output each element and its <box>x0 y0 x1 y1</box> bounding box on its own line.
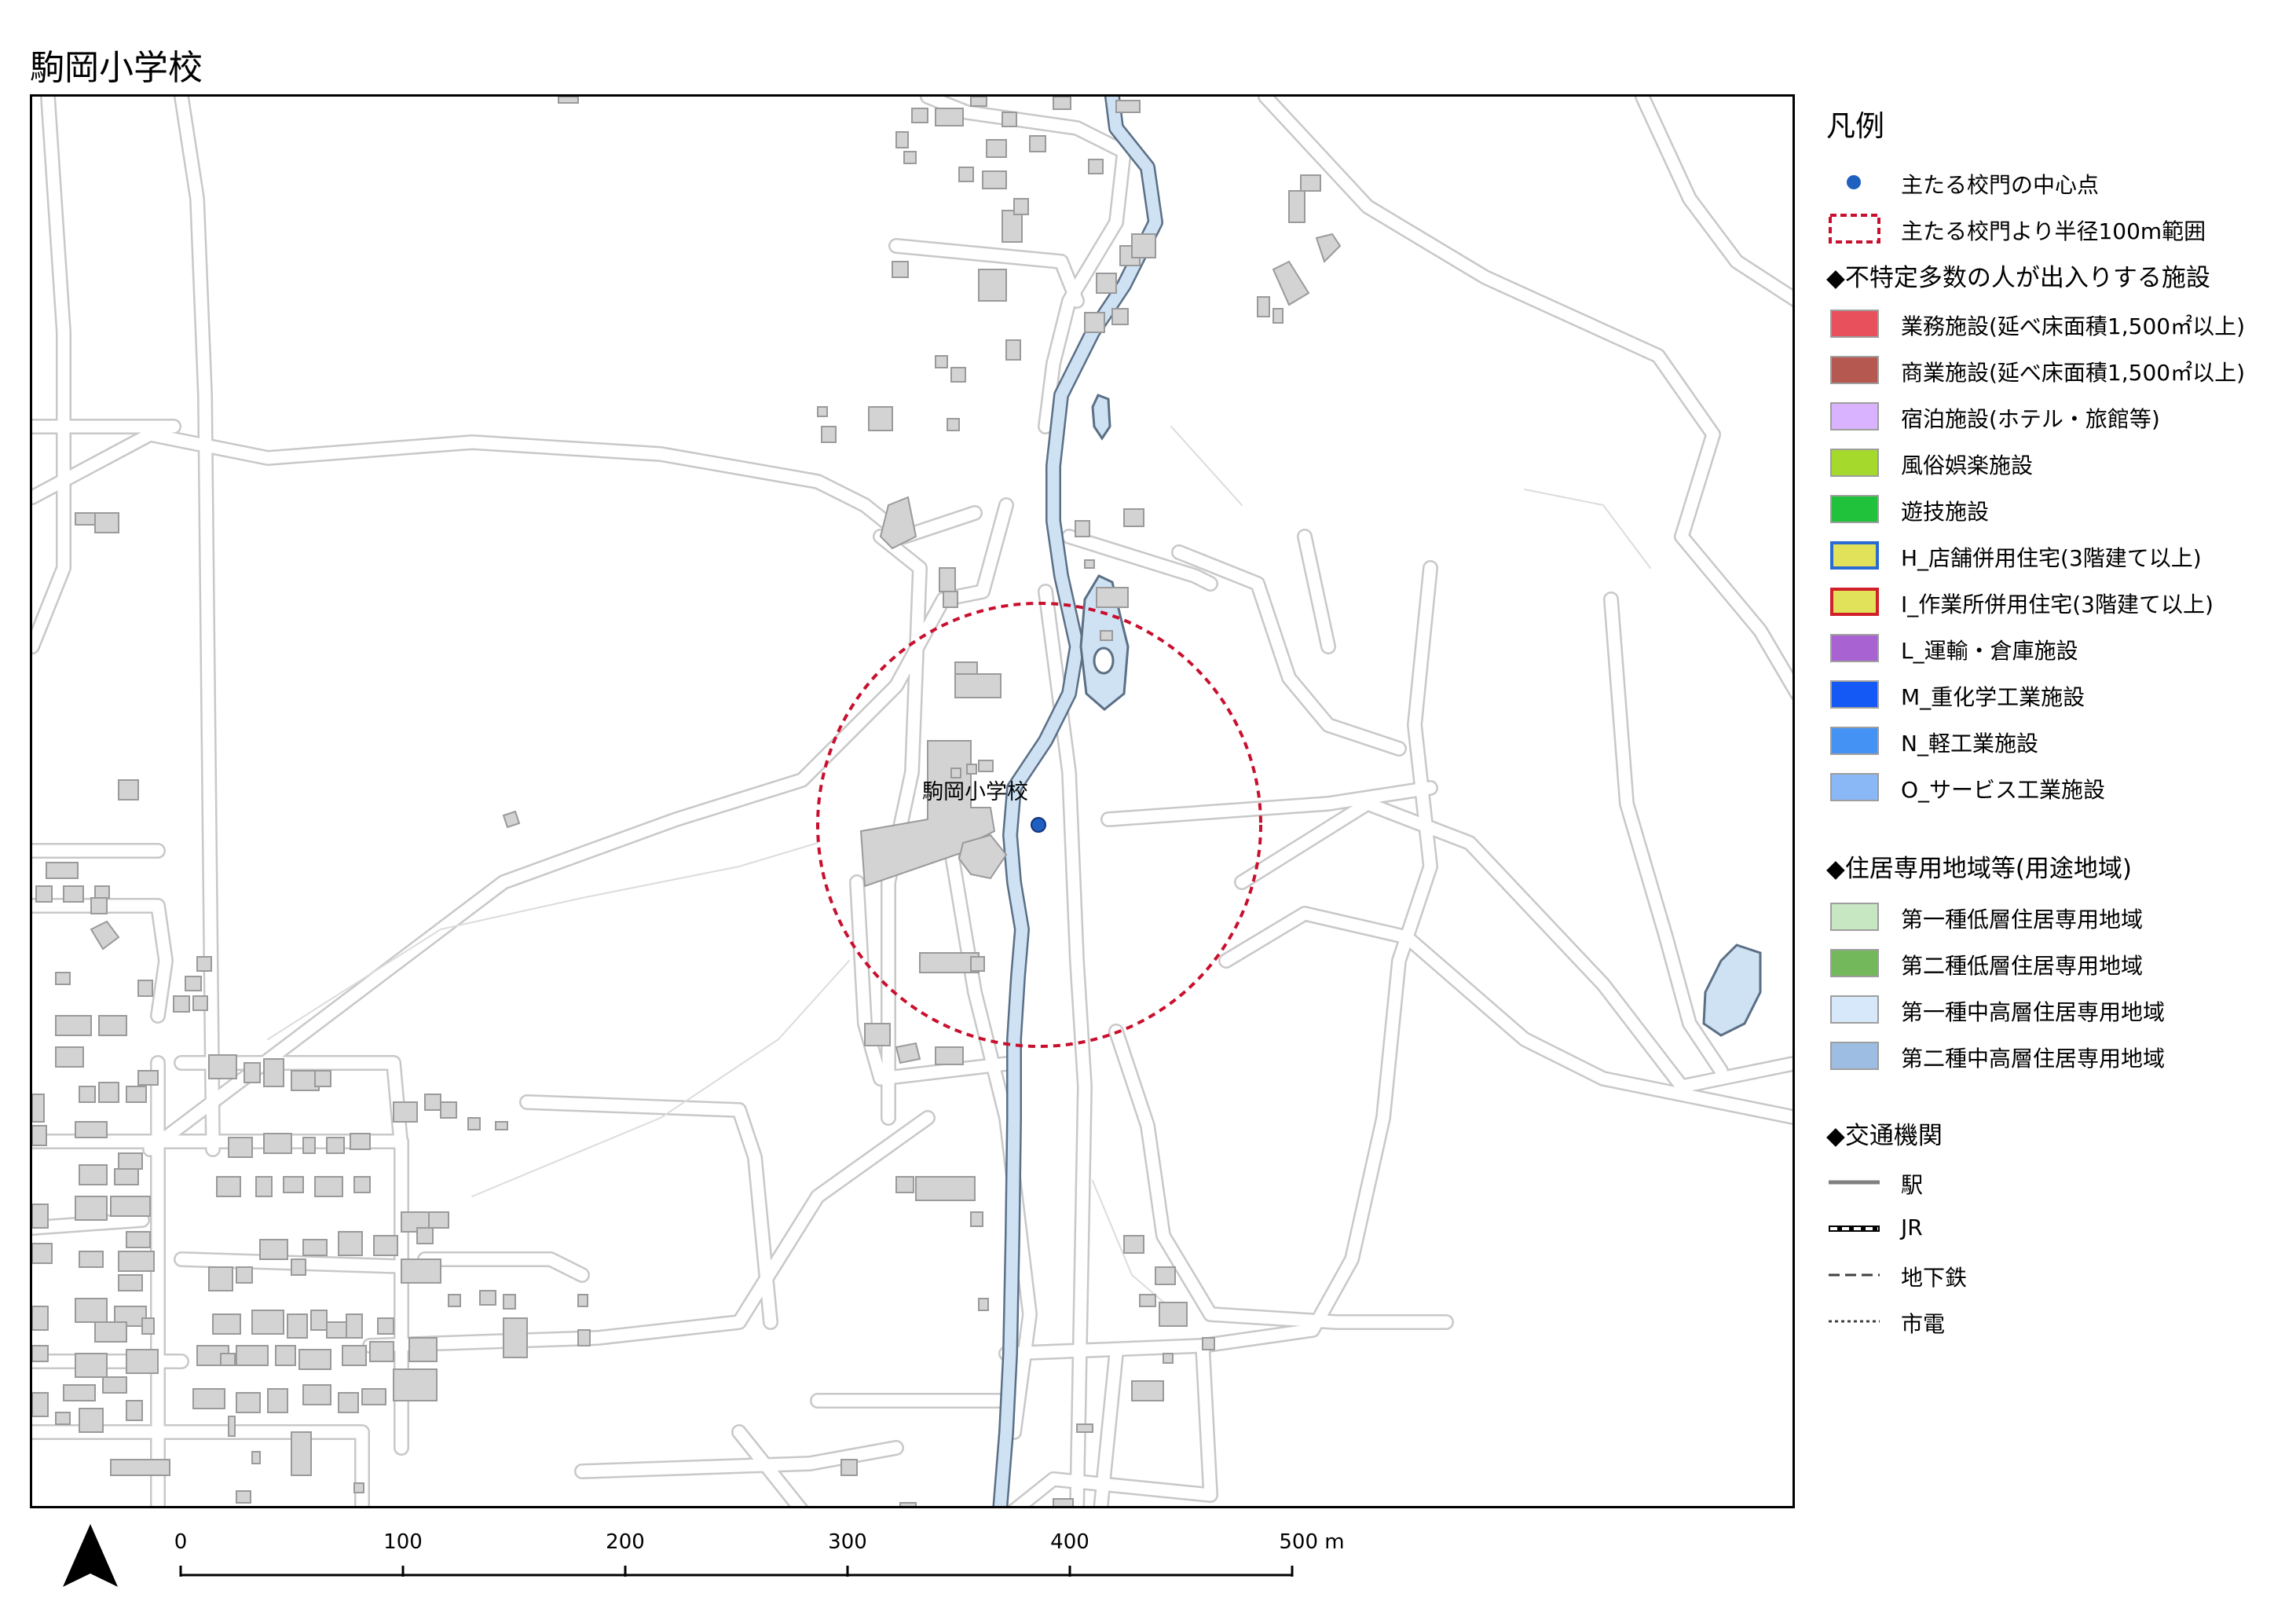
legend-item-subway: 地下鉄 <box>1826 1258 2296 1292</box>
scale-tick-label: 0 <box>174 1530 188 1554</box>
legend-swatch <box>1830 588 1879 616</box>
legend-item-zone: 第二種低層住居専用地域 <box>1826 946 2296 980</box>
legend-swatch <box>1830 541 1879 570</box>
legend-item-gate-point: 主たる校門の中心点 <box>1826 165 2296 200</box>
legend-label: M_重化学工業施設 <box>1901 684 2085 710</box>
legend-item-buffer: 主たる校門より半径100m範囲 <box>1826 211 2296 246</box>
legend-item-jr: JR <box>1826 1211 2296 1246</box>
legend-section-transport: ◆交通機関 <box>1826 1122 1943 1150</box>
legend-swatch <box>1830 903 1879 931</box>
legend-dashed-box-symbol <box>1826 211 1881 246</box>
legend-swatch <box>1830 310 1879 338</box>
scale-tick-label: 300 <box>828 1530 867 1554</box>
legend-label: 業務施設(延べ床面積1,500㎡以上) <box>1901 313 2246 339</box>
legend-label: 商業施設(延べ床面積1,500㎡以上) <box>1901 360 2246 386</box>
legend-item-facility: 商業施設(延べ床面積1,500㎡以上) <box>1826 353 2296 387</box>
legend-label: 第一種中高層住居専用地域 <box>1901 999 2166 1025</box>
legend-swatch <box>1830 727 1879 755</box>
legend-item-facility: M_重化学工業施設 <box>1826 677 2296 712</box>
legend-label: O_サービス工業施設 <box>1901 777 2106 803</box>
scale-tick-label: 100 <box>383 1530 423 1554</box>
page-title: 駒岡小学校 <box>30 48 203 88</box>
legend-section-facilities: ◆不特定多数の人が出入りする施設 <box>1826 264 2210 292</box>
legend-swatch <box>1830 495 1879 523</box>
legend-label: 宿泊施設(ホテル・旅館等) <box>1901 406 2160 432</box>
legend-swatch <box>1830 634 1879 662</box>
legend-item-facility: I_作業所併用住宅(3階建て以上) <box>1826 584 2296 619</box>
legend-item-tram: 市電 <box>1826 1304 2296 1339</box>
legend-label: 風俗娯楽施設 <box>1901 452 2034 478</box>
legend-swatch <box>1830 449 1879 477</box>
legend-item-zone: 第一種中高層住居専用地域 <box>1826 992 2296 1027</box>
legend-item-station: 駅 <box>1826 1165 2296 1200</box>
legend-line-jr <box>1826 1211 1881 1246</box>
legend-label: 第一種低層住居専用地域 <box>1901 907 2144 932</box>
legend-swatch <box>1830 773 1879 801</box>
road-network <box>32 97 1792 1506</box>
legend-swatch <box>1830 680 1879 709</box>
legend-swatch <box>1830 1042 1879 1070</box>
legend-item-facility: 業務施設(延べ床面積1,500㎡以上) <box>1826 306 2296 341</box>
legend-label: I_作業所併用住宅(3階建て以上) <box>1901 592 2214 617</box>
legend-swatch <box>1830 995 1879 1024</box>
legend-item-facility: O_サービス工業施設 <box>1826 770 2296 804</box>
legend-label: 主たる校門の中心点 <box>1901 172 2100 198</box>
map-canvas[interactable] <box>32 97 1795 1508</box>
legend-swatch <box>1830 356 1879 384</box>
legend-label: 遊技施設 <box>1901 499 1990 525</box>
scale-tick-label: 400 <box>1050 1530 1089 1554</box>
legend-item-zone: 第二種中高層住居専用地域 <box>1826 1039 2296 1073</box>
map-school-label: 駒岡小学校 <box>922 780 1028 804</box>
main-gate-point[interactable] <box>1031 817 1046 833</box>
legend-item-facility: L_運輸・倉庫施設 <box>1826 631 2296 665</box>
legend-line-dashed <box>1826 1258 1881 1292</box>
legend-item-facility: H_店舗併用住宅(3階建て以上) <box>1826 538 2296 573</box>
north-arrow-icon <box>59 1520 122 1594</box>
legend-swatch <box>1830 402 1879 430</box>
legend-label: 第二種低層住居専用地域 <box>1901 953 2144 979</box>
scale-tick-label: 200 <box>606 1530 645 1554</box>
legend-label: N_軽工業施設 <box>1901 731 2038 757</box>
legend-label: 地下鉄 <box>1901 1265 1968 1291</box>
map-frame[interactable]: 駒岡小学校 <box>30 94 1795 1508</box>
legend-swatch <box>1830 949 1879 977</box>
legend-label: H_店舗併用住宅(3階建て以上) <box>1901 545 2202 571</box>
legend-item-facility: 宿泊施設(ホテル・旅館等) <box>1826 399 2296 434</box>
legend-section-zones: ◆住居専用地域等(用途地域) <box>1826 855 2133 883</box>
legend-title: 凡例 <box>1826 109 1884 143</box>
legend-item-facility: 風俗娯楽施設 <box>1826 445 2296 480</box>
legend-line-dotted <box>1826 1304 1881 1339</box>
legend-item-zone: 第一種低層住居専用地域 <box>1826 899 2296 934</box>
legend-label: 第二種中高層住居専用地域 <box>1901 1046 2166 1072</box>
legend-line-solid <box>1826 1165 1881 1200</box>
legend-label: L_運輸・倉庫施設 <box>1901 638 2078 664</box>
legend-label: 主たる校門より半径100m範囲 <box>1901 218 2206 244</box>
legend-item-facility: 遊技施設 <box>1826 492 2296 526</box>
legend-point-symbol <box>1826 165 1881 200</box>
legend-label: JR <box>1901 1215 1923 1240</box>
legend-label: 駅 <box>1901 1172 1924 1198</box>
buildings <box>32 97 1342 1506</box>
legend-label: 市電 <box>1901 1311 1946 1337</box>
scale-tick-label: 500 m <box>1279 1530 1345 1554</box>
legend-item-facility: N_軽工業施設 <box>1826 724 2296 758</box>
